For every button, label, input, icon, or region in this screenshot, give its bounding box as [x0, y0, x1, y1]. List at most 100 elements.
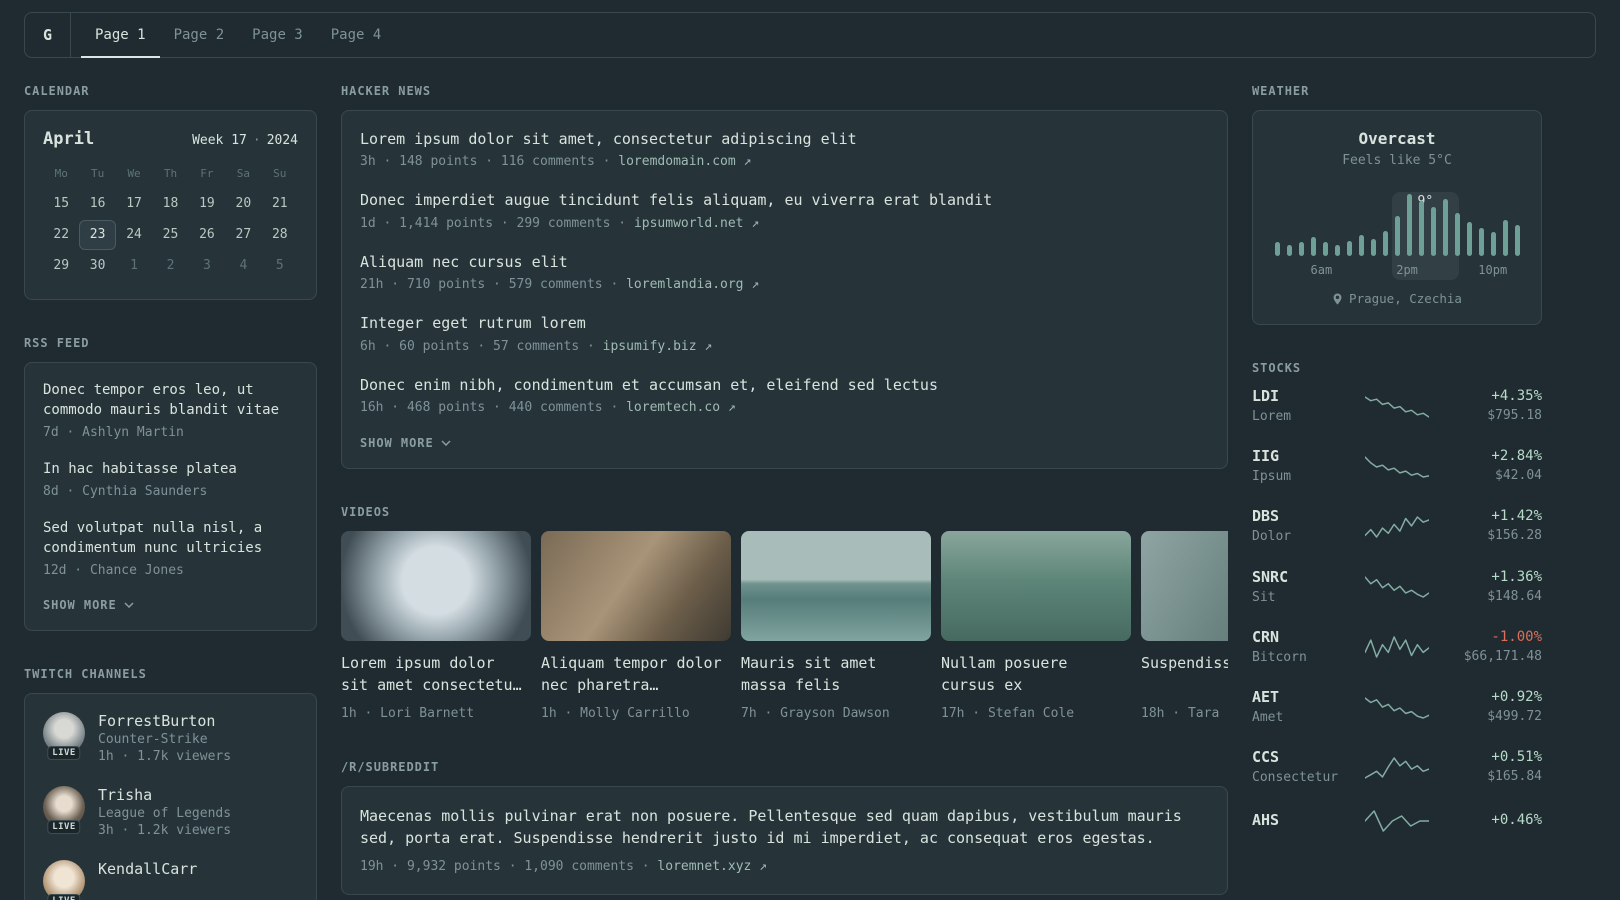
rss-card: Donec tempor eros leo, ut commodo mauris…: [24, 362, 317, 631]
stock-name: Amet: [1252, 709, 1284, 725]
stock-row[interactable]: DBS Dolor +1.42% $156.28: [1252, 507, 1542, 546]
hackernews-item-domain[interactable]: loremdomain.com ↗: [618, 154, 751, 169]
page-tab[interactable]: Page 1: [81, 13, 160, 58]
stock-ticker[interactable]: LDI: [1252, 387, 1351, 405]
stock-ticker[interactable]: AHS: [1252, 811, 1351, 829]
video-title[interactable]: Suspendisse diam: [1141, 653, 1228, 696]
calendar-day: 19: [199, 196, 215, 211]
calendar-day: 15: [53, 196, 70, 211]
rss-item[interactable]: Sed volutpat nulla nisl, a condimentum n…: [43, 519, 298, 580]
stock-change: +1.36%: [1491, 568, 1542, 585]
stock-row[interactable]: CRN Bitcorn -1.00% $66,171.48: [1252, 628, 1542, 667]
hackernews-item-domain[interactable]: loremtech.co ↗: [626, 400, 736, 415]
weather-bar-slot: [1331, 245, 1343, 256]
hackernews-show-more-button[interactable]: SHOW MORE: [360, 436, 451, 450]
rss-item-title[interactable]: Donec tempor eros leo, ut commodo mauris…: [43, 381, 298, 421]
calendar-day: 16: [89, 196, 106, 211]
weather-bar: [1430, 207, 1436, 256]
hackernews-item-title[interactable]: Lorem ipsum dolor sit amet, consectetur …: [360, 129, 1209, 150]
page-tab[interactable]: Page 3: [238, 13, 317, 58]
weather-bar-slot: [1343, 241, 1355, 256]
calendar-day: 23: [79, 220, 116, 250]
video-card[interactable]: Lorem ipsum dolor sit amet consectetu… 1…: [341, 531, 531, 723]
video-thumbnail[interactable]: [541, 531, 731, 642]
stock-identity: IIG Ipsum: [1252, 447, 1351, 486]
top-navigation: G Page 1 Page 2 Page 3 Page 4: [24, 12, 1596, 58]
weather-bar: [1478, 228, 1484, 256]
stock-identity: CCS Consectetur: [1252, 748, 1351, 787]
rss-item-title[interactable]: In hac habitasse platea: [43, 460, 298, 480]
video-card[interactable]: Aliquam tempor dolor nec pharetra… 1h · …: [541, 531, 731, 723]
subreddit-card: Maecenas mollis pulvinar erat non posuer…: [341, 785, 1228, 895]
stock-ticker[interactable]: SNRC: [1252, 568, 1351, 586]
subreddit-post-title[interactable]: Maecenas mollis pulvinar erat non posuer…: [360, 805, 1209, 850]
stock-ticker[interactable]: IIG: [1252, 447, 1351, 465]
twitch-channel-name[interactable]: Trisha: [98, 786, 231, 804]
video-title[interactable]: Lorem ipsum dolor sit amet consectetu…: [341, 653, 531, 696]
rss-item[interactable]: Donec tempor eros leo, ut commodo mauris…: [43, 381, 298, 442]
twitch-channel-name[interactable]: ForrestBurton: [98, 712, 231, 730]
hackernews-card: Lorem ipsum dolor sit amet, consectetur …: [341, 110, 1228, 470]
hackernews-item-title[interactable]: Aliquam nec cursus elit: [360, 252, 1209, 273]
hackernews-item-domain[interactable]: ipsumify.biz ↗: [603, 339, 713, 354]
weather-bar-slot: [1427, 207, 1439, 256]
stock-row[interactable]: LDI Lorem +4.35% $795.18: [1252, 387, 1542, 426]
stock-values: -1.00% $66,171.48: [1443, 629, 1542, 666]
hackernews-item[interactable]: Integer eget rutrum lorem 6h · 60 points…: [360, 313, 1209, 355]
weather-bar-slot: [1367, 239, 1379, 256]
rss-item-title[interactable]: Sed volutpat nulla nisl, a condimentum n…: [43, 519, 298, 559]
video-title[interactable]: Nullam posuere cursus ex: [941, 653, 1131, 696]
rss-item[interactable]: In hac habitasse platea 8d · Cynthia Sau…: [43, 460, 298, 501]
video-thumbnail[interactable]: [341, 531, 531, 642]
subreddit-post[interactable]: Maecenas mollis pulvinar erat non posuer…: [360, 805, 1209, 876]
twitch-channel-row[interactable]: LIVE Trisha League of Legends 3h · 1.2k …: [43, 785, 298, 838]
video-title[interactable]: Mauris sit amet massa felis: [741, 653, 931, 696]
hackernews-item[interactable]: Aliquam nec cursus elit 21h · 710 points…: [360, 252, 1209, 294]
stock-row[interactable]: IIG Ipsum +2.84% $42.04: [1252, 447, 1542, 486]
weather-bar-slot: [1307, 237, 1319, 256]
page-tab[interactable]: Page 4: [317, 13, 396, 58]
stock-row[interactable]: AHS +0.46%: [1252, 808, 1542, 834]
stock-ticker[interactable]: AET: [1252, 688, 1351, 706]
page-tab[interactable]: Page 2: [160, 13, 239, 58]
hackernews-item-domain[interactable]: loremlandia.org ↗: [626, 277, 759, 292]
twitch-channel-row[interactable]: LIVE KendallCarr: [43, 859, 298, 900]
video-thumbnail[interactable]: [741, 531, 931, 642]
twitch-channel-name[interactable]: KendallCarr: [98, 860, 197, 878]
hackernews-item[interactable]: Donec enim nibh, condimentum et accumsan…: [360, 375, 1209, 417]
calendar-card: April Week 17 · 2024 Mo Tu We Th Fr Sa S…: [24, 110, 317, 300]
video-thumbnail[interactable]: [941, 531, 1131, 642]
stock-ticker[interactable]: DBS: [1252, 507, 1351, 525]
hackernews-item[interactable]: Lorem ipsum dolor sit amet, consectetur …: [360, 129, 1209, 171]
stock-identity: AET Amet: [1252, 688, 1351, 727]
twitch-widget: TWITCH CHANNELS LIVE ForrestBurton Count…: [24, 667, 317, 900]
video-title[interactable]: Aliquam tempor dolor nec pharetra…: [541, 653, 731, 696]
stock-ticker[interactable]: CRN: [1252, 628, 1351, 646]
stock-ticker[interactable]: CCS: [1252, 748, 1351, 766]
subreddit-post-domain[interactable]: loremnet.xyz ↗: [657, 859, 767, 874]
hackernews-item-domain[interactable]: ipsumworld.net ↗: [634, 216, 759, 231]
twitch-channel-row[interactable]: LIVE ForrestBurton Counter-Strike 1h · 1…: [43, 711, 298, 764]
hackernews-item-title[interactable]: Donec imperdiet augue tincidunt felis al…: [360, 190, 1209, 211]
subreddit-widget: /R/SUBREDDIT Maecenas mollis pulvinar er…: [341, 760, 1228, 895]
video-thumbnail[interactable]: [1141, 531, 1228, 642]
hackernews-item-stats: 3h · 148 points · 116 comments ·: [360, 154, 611, 170]
stock-change: -1.00%: [1491, 628, 1542, 645]
video-card[interactable]: Nullam posuere cursus ex 17h · Stefan Co…: [941, 531, 1131, 723]
stock-identity: DBS Dolor: [1252, 507, 1351, 546]
rss-show-more-button[interactable]: SHOW MORE: [43, 598, 134, 612]
section-title-hackernews: HACKER NEWS: [341, 84, 432, 98]
twitch-channel-info: ForrestBurton Counter-Strike 1h · 1.7k v…: [98, 712, 231, 764]
stock-row[interactable]: CCS Consectetur +0.51% $165.84: [1252, 748, 1542, 787]
stock-row[interactable]: SNRC Sit +1.36% $148.64: [1252, 568, 1542, 607]
hackernews-item-title[interactable]: Donec enim nibh, condimentum et accumsan…: [360, 375, 1209, 396]
weather-bar: [1466, 222, 1472, 256]
hackernews-item[interactable]: Donec imperdiet augue tincidunt felis al…: [360, 190, 1209, 232]
video-card[interactable]: Mauris sit amet massa felis 7h · Grayson…: [741, 531, 931, 723]
weather-bar: [1274, 242, 1280, 256]
app-logo[interactable]: G: [25, 13, 71, 57]
video-card[interactable]: Suspendisse diam 18h · Tara: [1141, 531, 1228, 723]
stock-values: +2.84% $42.04: [1443, 448, 1542, 485]
hackernews-item-title[interactable]: Integer eget rutrum lorem: [360, 313, 1209, 334]
stock-row[interactable]: AET Amet +0.92% $499.72: [1252, 688, 1542, 727]
